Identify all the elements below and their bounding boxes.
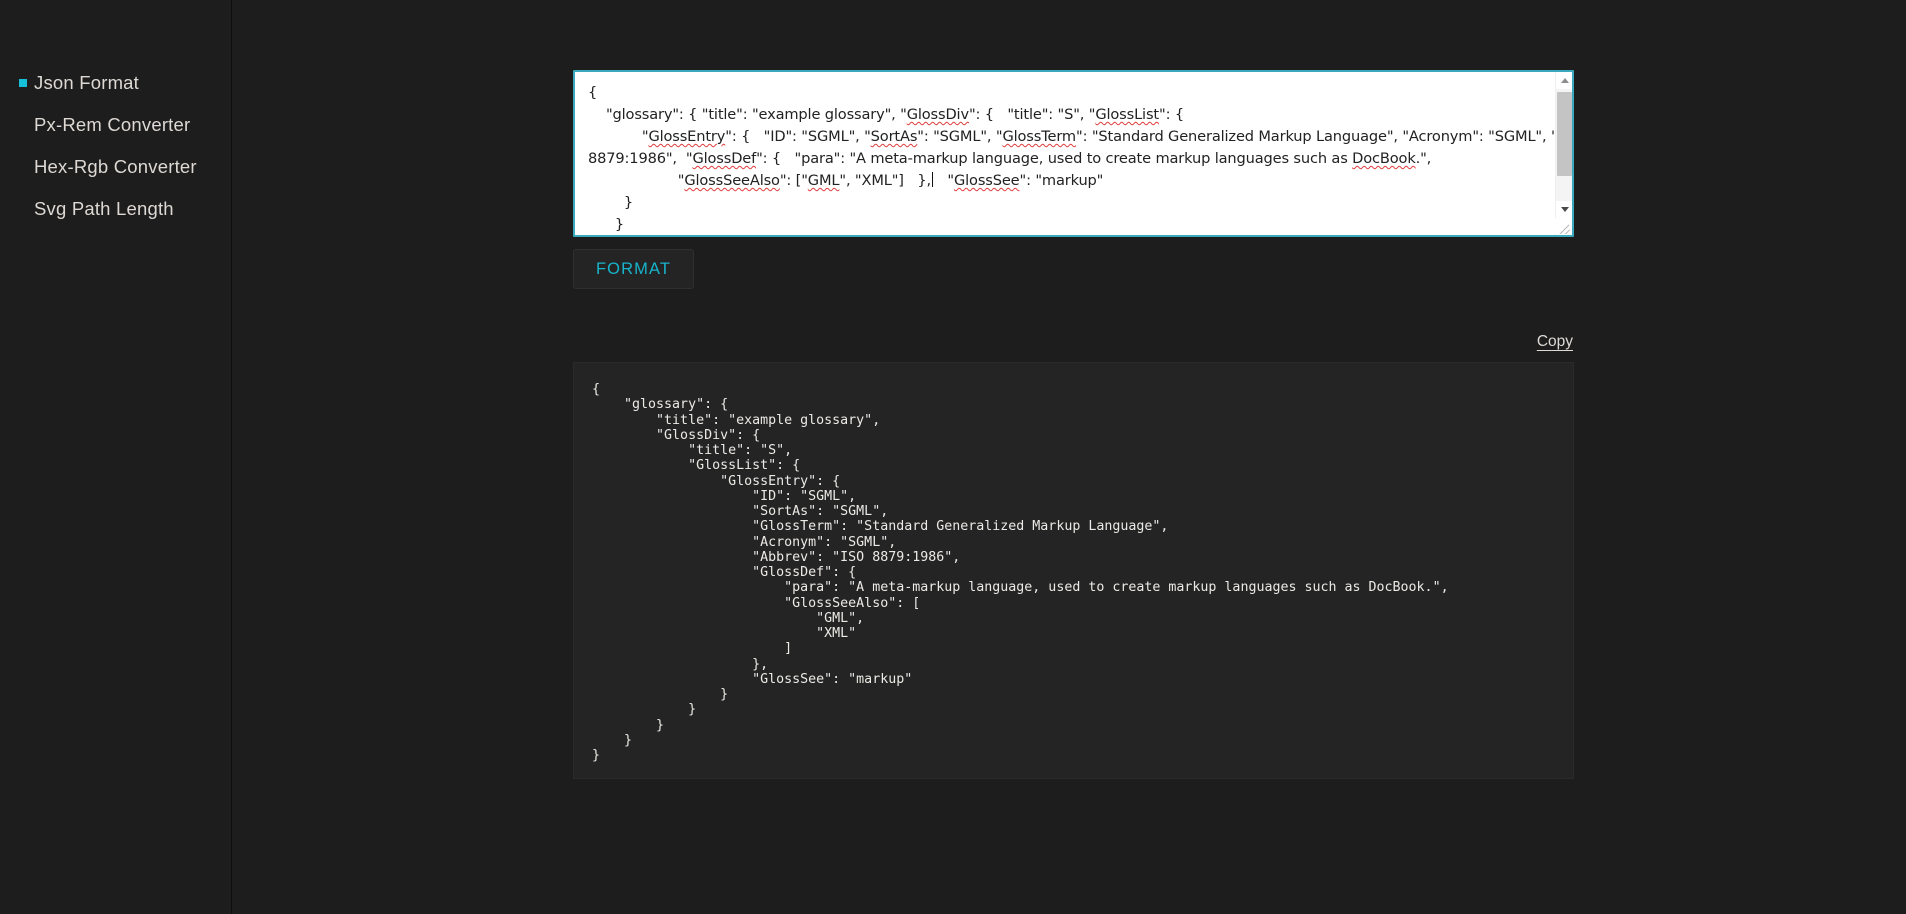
- sidebar-item-hex-rgb-converter[interactable]: Hex-Rgb Converter: [0, 146, 231, 188]
- editor-line: }: [588, 194, 634, 211]
- textarea-resize-handle[interactable]: [1555, 218, 1571, 234]
- json-input-text: { "glossary": { "title": "example glossa…: [588, 82, 1572, 237]
- json-input-textarea[interactable]: { "glossary": { "title": "example glossa…: [573, 70, 1574, 237]
- sidebar-item-px-rem-converter[interactable]: Px-Rem Converter: [0, 104, 231, 146]
- app-root: Json Format Px-Rem Converter Hex-Rgb Con…: [0, 0, 1906, 914]
- copy-button[interactable]: Copy: [1537, 333, 1573, 351]
- editor-line: "GlossEntry": { "ID": "SGML", "SortAs": …: [588, 128, 1572, 145]
- scroll-down-arrow-icon[interactable]: [1556, 201, 1572, 218]
- sidebar-nav-list: Json Format Px-Rem Converter Hex-Rgb Con…: [0, 62, 231, 230]
- sidebar-item-label: Px-Rem Converter: [34, 113, 191, 135]
- active-marker-icon: [19, 79, 27, 87]
- editor-line: }: [588, 236, 1536, 237]
- sidebar: Json Format Px-Rem Converter Hex-Rgb Con…: [0, 0, 232, 914]
- sidebar-item-label: Svg Path Length: [34, 197, 174, 219]
- json-input-area: { "glossary": { "title": "example glossa…: [573, 70, 1574, 237]
- json-output-panel: { "glossary": { "title": "example glossa…: [573, 362, 1574, 779]
- json-output-text: { "glossary": { "title": "example glossa…: [592, 382, 1449, 763]
- format-button[interactable]: FORMAT: [573, 249, 695, 289]
- editor-line: "glossary": { "title": "example glossary…: [588, 106, 1184, 123]
- text-caret: [931, 172, 933, 187]
- main-content: { "glossary": { "title": "example glossa…: [232, 0, 1906, 914]
- editor-line: {: [588, 84, 598, 101]
- editor-line: 8879:1986", "GlossDef": { "para": "A met…: [588, 150, 1432, 167]
- editor-line: }: [588, 216, 625, 233]
- sidebar-item-label: Json Format: [34, 71, 140, 93]
- sidebar-item-json-format[interactable]: Json Format: [0, 62, 231, 104]
- editor-line: "GlossSeeAlso": ["GML", "XML"] }, "Gloss…: [588, 172, 1104, 189]
- editor-scrollbar[interactable]: [1555, 72, 1572, 235]
- sidebar-item-svg-path-length[interactable]: Svg Path Length: [0, 188, 231, 230]
- sidebar-item-label: Hex-Rgb Converter: [34, 155, 197, 177]
- scroll-up-arrow-icon[interactable]: [1556, 72, 1572, 89]
- scrollbar-thumb[interactable]: [1557, 92, 1572, 176]
